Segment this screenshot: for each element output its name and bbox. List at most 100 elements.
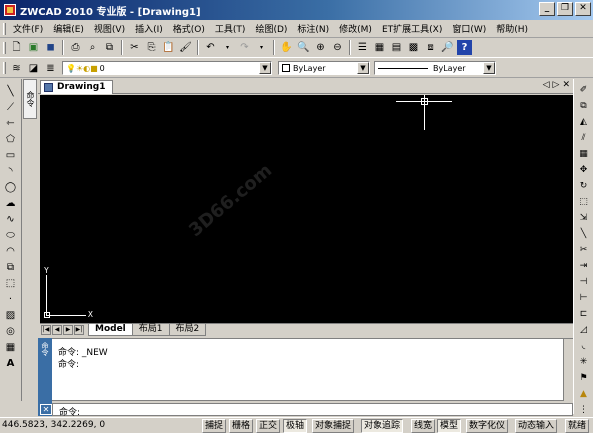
publish-icon[interactable]: ⧉ <box>102 40 117 55</box>
trim-icon[interactable]: ✂ <box>576 243 591 257</box>
construction-line-icon[interactable]: ⟋ <box>3 100 19 114</box>
last-tab-icon[interactable]: ▶| <box>74 325 84 335</box>
hatch-icon[interactable]: ▨ <box>3 308 19 322</box>
match-properties-icon[interactable]: 🖌 <box>178 40 193 55</box>
copy-object-icon[interactable]: ⧉ <box>576 99 591 113</box>
osnap-toggle[interactable]: 对象捕捉 <box>312 419 355 433</box>
lineweight-toggle[interactable]: 线宽 <box>411 419 436 433</box>
menu-dimension[interactable]: 标注(N) <box>292 22 334 35</box>
menu-view[interactable]: 视图(V) <box>89 22 130 35</box>
open-file-icon[interactable]: ▣ <box>26 40 41 55</box>
close-document-icon[interactable]: ✕ <box>562 80 570 90</box>
offset-icon[interactable]: ⫽ <box>576 131 591 145</box>
paste-icon[interactable]: 📋 <box>161 40 176 55</box>
side-panel-tab[interactable]: 命令 <box>23 79 37 119</box>
restore-button[interactable]: ❐ <box>557 2 573 16</box>
fillet-icon[interactable]: ◟ <box>576 339 591 353</box>
grid-toggle[interactable]: 栅格 <box>229 419 254 433</box>
circle-icon[interactable]: ◯ <box>3 180 19 194</box>
command-input[interactable]: 命令: <box>52 403 573 418</box>
design-center-icon[interactable]: ▦ <box>372 40 387 55</box>
prev-tab-icon[interactable]: ◀ <box>52 325 62 335</box>
redo-dropdown-icon[interactable]: ▾ <box>254 40 269 55</box>
revision-cloud-icon[interactable]: ☁ <box>3 196 19 210</box>
prev-document-icon[interactable]: ◁ <box>543 80 550 90</box>
tool-palette-icon[interactable]: ▤ <box>389 40 404 55</box>
zoom-window-icon[interactable]: ⊕ <box>313 40 328 55</box>
mirror-icon[interactable]: ◭ <box>576 115 591 129</box>
menu-insert[interactable]: 插入(I) <box>130 22 168 35</box>
tab-layout1[interactable]: 布局1 <box>131 324 170 336</box>
scale-icon[interactable]: ⬚ <box>576 195 591 209</box>
print-icon[interactable]: ⎙ <box>68 40 83 55</box>
polar-toggle[interactable]: 极轴 <box>283 419 308 433</box>
undo-icon[interactable]: ↶ <box>203 40 218 55</box>
join-icon[interactable]: ⊏ <box>576 307 591 321</box>
otrack-toggle[interactable]: 对象追踪 <box>361 419 404 433</box>
command-scrollbar[interactable] <box>563 339 573 401</box>
minimize-button[interactable]: _ <box>539 2 555 16</box>
properties-icon[interactable]: ☰ <box>355 40 370 55</box>
explode-icon[interactable]: ✳ <box>576 355 591 369</box>
layer-properties-icon[interactable]: ≋ <box>9 61 24 76</box>
dynamic-input-toggle[interactable]: 动态输入 <box>515 419 558 433</box>
menu-format[interactable]: 格式(O) <box>168 22 210 35</box>
properties-panel-icon[interactable]: ⚑ <box>576 371 591 385</box>
line-icon[interactable]: ╲ <box>3 84 19 98</box>
menu-window[interactable]: 窗口(W) <box>447 22 491 35</box>
next-tab-icon[interactable]: ▶ <box>63 325 73 335</box>
chamfer-icon[interactable]: ◿ <box>576 323 591 337</box>
rotate-icon[interactable]: ↻ <box>576 179 591 193</box>
help-icon[interactable]: ? <box>457 40 472 55</box>
copy-icon[interactable]: ⎘ <box>144 40 159 55</box>
menu-modify[interactable]: 修改(M) <box>334 22 377 35</box>
polyline-icon[interactable]: ⇽ <box>3 116 19 130</box>
layer-previous-icon[interactable]: ≣ <box>43 61 58 76</box>
lengthen-icon[interactable]: ╲ <box>576 227 591 241</box>
calculator-icon[interactable]: ▩ <box>406 40 421 55</box>
color-dropdown[interactable]: ByLayer ▼ <box>278 61 370 75</box>
menu-et-tools[interactable]: ET扩展工具(X) <box>377 22 447 35</box>
zoom-previous-icon[interactable]: ⊖ <box>330 40 345 55</box>
drawing-tab[interactable]: Drawing1 <box>40 80 113 94</box>
table-icon[interactable]: ▦ <box>3 340 19 354</box>
make-current-layer-icon[interactable]: ◪ <box>26 61 41 76</box>
layer-dropdown[interactable]: 💡☀◐■ 0 ▼ <box>62 61 272 75</box>
model-toggle[interactable]: 模型 <box>437 419 462 433</box>
spline-icon[interactable]: ∿ <box>3 212 19 226</box>
cut-icon[interactable]: ✂ <box>127 40 142 55</box>
zoom-realtime-icon[interactable]: 🔍 <box>296 40 311 55</box>
polygon-icon[interactable]: ⬠ <box>3 132 19 146</box>
break-icon[interactable]: ⊢ <box>576 291 591 305</box>
undo-dropdown-icon[interactable]: ▾ <box>220 40 235 55</box>
arc-icon[interactable]: ◝ <box>3 164 19 178</box>
erase-icon[interactable]: ✐ <box>576 83 591 97</box>
snap-toggle[interactable]: 捕捉 <box>202 419 227 433</box>
close-command-window-icon[interactable]: ✕ <box>40 404 52 415</box>
extend-icon[interactable]: ⇥ <box>576 259 591 273</box>
break-at-point-icon[interactable]: ⊣ <box>576 275 591 289</box>
menu-tools[interactable]: 工具(T) <box>210 22 251 35</box>
more-tools-icon[interactable]: ⋮ <box>576 403 591 417</box>
app-logo-icon[interactable] <box>4 4 16 16</box>
menu-edit[interactable]: 编辑(E) <box>48 22 89 35</box>
insert-block-icon[interactable]: ⧉ <box>3 260 19 274</box>
rectangle-icon[interactable]: ▭ <box>3 148 19 162</box>
pan-icon[interactable]: ✋ <box>279 40 294 55</box>
stretch-icon[interactable]: ⇲ <box>576 211 591 225</box>
menu-file[interactable]: 文件(F) <box>8 22 48 35</box>
linetype-dropdown[interactable]: ByLayer ▼ <box>374 61 496 75</box>
tab-model[interactable]: Model <box>88 324 133 336</box>
layer-manager-icon[interactable]: ⧈ <box>423 40 438 55</box>
next-document-icon[interactable]: ▷ <box>553 80 560 90</box>
tab-layout2[interactable]: 布局2 <box>168 324 207 336</box>
warning-icon[interactable]: ▲ <box>576 387 591 401</box>
ellipse-icon[interactable]: ⬭ <box>3 228 19 242</box>
close-button[interactable]: ✕ <box>575 2 591 16</box>
point-icon[interactable]: · <box>3 292 19 306</box>
new-file-icon[interactable]: 🗋 <box>9 40 24 55</box>
redo-icon[interactable]: ↷ <box>237 40 252 55</box>
multiline-text-icon[interactable]: A <box>3 356 19 370</box>
region-icon[interactable]: ◎ <box>3 324 19 338</box>
tablet-toggle[interactable]: 数字化仪 <box>466 419 509 433</box>
